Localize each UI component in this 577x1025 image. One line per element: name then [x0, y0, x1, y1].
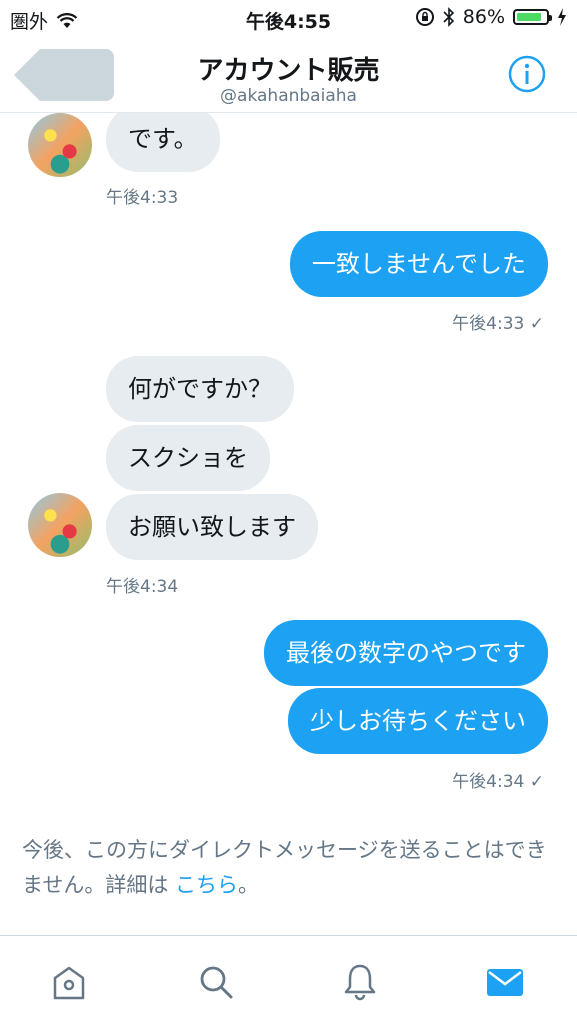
learn-more-link[interactable]: こちら: [175, 873, 238, 897]
notice-end: 。: [238, 873, 260, 897]
message-bubble-incoming[interactable]: です。: [106, 113, 220, 172]
message-bubble-incoming[interactable]: 何がですか？: [106, 356, 294, 422]
dm-blocked-notice: 今後、この方にダイレクトメッセージを送ることはできません。詳細は こちら。: [22, 833, 562, 903]
message-bubble-outgoing[interactable]: 一致しませんでした: [289, 231, 548, 297]
message-bubble-incoming[interactable]: お願い致します: [106, 494, 318, 560]
tab-bar: [0, 935, 577, 1025]
message-list[interactable]: です。 午後4:33 一致しませんでした 午後4:33 ✓ 何がですか？ スクシ…: [0, 113, 577, 935]
bell-icon[interactable]: [340, 962, 380, 1002]
home-icon[interactable]: [49, 962, 89, 1002]
message-bubble-outgoing[interactable]: 最後の数字のやつです: [264, 620, 548, 686]
conversation-header: アカウント販売 @akahanbaiaha: [0, 40, 577, 113]
battery-percent: 86%: [462, 6, 505, 28]
battery-icon: [513, 9, 552, 25]
status-bar: 圏外 午後4:55 86%: [0, 0, 577, 40]
message-timestamp: 午後4:33: [106, 188, 179, 208]
battery-fill: [517, 13, 542, 21]
notice-text: 今後、この方にダイレクトメッセージを送ることはできません。詳細は: [22, 838, 547, 897]
info-icon[interactable]: [507, 54, 547, 94]
charging-icon: [558, 8, 566, 26]
search-icon[interactable]: [196, 962, 236, 1002]
message-bubble-outgoing[interactable]: 少しお待ちください: [288, 688, 548, 754]
message-timestamp: 午後4:34: [106, 577, 179, 597]
avatar[interactable]: [28, 493, 92, 557]
mail-icon[interactable]: [485, 962, 525, 1002]
rotation-lock-icon: [415, 8, 434, 26]
conversation-title: アカウント販売: [197, 56, 380, 86]
message-timestamp: 午後4:34 ✓: [452, 772, 544, 792]
message-timestamp: 午後4:33 ✓: [452, 314, 544, 334]
conversation-handle: @akahanbaiaha: [220, 86, 357, 106]
avatar[interactable]: [28, 113, 92, 177]
message-bubble-incoming[interactable]: スクショを: [106, 425, 270, 491]
bluetooth-icon: [443, 7, 454, 27]
